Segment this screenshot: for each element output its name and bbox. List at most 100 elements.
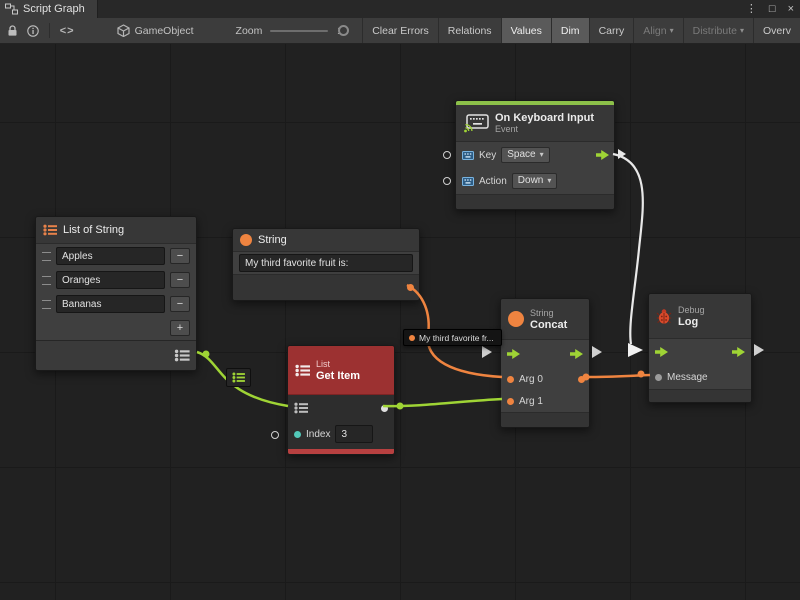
flow-output-port[interactable] [732,347,745,357]
remove-item-button[interactable]: − [170,248,190,264]
list-icon [232,372,245,383]
flow-input-port[interactable] [655,347,668,357]
index-field[interactable]: 3 [335,425,373,443]
key-port-row: Key Space [456,142,614,168]
list-item-field[interactable]: Apples [56,247,165,265]
window-controls: ⋮ □ × [740,0,800,18]
drag-handle-icon[interactable] [42,300,51,309]
window-maximize-icon[interactable]: □ [763,0,782,18]
action-port-row: Action Down [456,168,614,194]
message-input-port[interactable] [655,374,662,381]
string-output-row [233,274,419,300]
zoom-slider-track[interactable] [270,30,328,32]
dim-button[interactable]: Dim [551,18,589,44]
tab-script-graph[interactable]: Script Graph [0,0,98,18]
node-title: List of String [63,224,124,236]
list-item-field[interactable]: Bananas [56,295,165,313]
key-dropdown[interactable]: Space [501,147,549,163]
value-droplet [203,351,210,358]
concat-header[interactable]: String Concat [501,299,589,340]
node-concat[interactable]: String Concat Arg 0 Arg 1 [500,298,590,428]
node-get-item[interactable]: List Get Item Index 3 [287,345,395,455]
key-input-port[interactable] [443,151,451,159]
node-title: Get Item [316,370,360,382]
action-dropdown[interactable]: Down [512,173,558,189]
get-item-header[interactable]: List Get Item [288,346,394,395]
remove-item-button[interactable]: − [170,272,190,288]
index-input-port[interactable] [271,431,279,439]
lock-icon[interactable] [7,25,18,37]
log-message-row: Message [649,365,751,389]
gameobject-icon [117,24,130,37]
carry-button[interactable]: Carry [589,18,634,44]
zoom-slider[interactable] [270,25,328,37]
string-output-port[interactable] [407,284,414,291]
arg0-input-port[interactable] [507,376,514,383]
action-input-port[interactable] [443,177,451,185]
item-output-port[interactable] [381,405,388,412]
node-on-keyboard-input[interactable]: On Keyboard Input Event Key Space Action… [455,100,615,210]
flow-input-port[interactable] [507,349,520,359]
wire-keyboard-to-log [613,154,643,344]
key-label: Key [479,150,496,161]
graph-icon [5,3,18,15]
flow-output-port[interactable] [596,150,609,160]
bug-icon [656,308,672,324]
info-icon[interactable] [27,25,39,37]
node-title: Log [678,316,705,328]
wire-list-badge [226,368,251,387]
window-close-icon[interactable]: × [782,0,800,18]
result-output-port[interactable] [578,376,585,383]
graph-canvas[interactable]: On Keyboard Input Event Key Space Action… [0,44,800,600]
list-item-row: Apples − [36,244,196,268]
node-title: String [258,234,287,246]
string-type-icon [508,311,524,327]
node-string-literal[interactable]: String My third favorite fruit is: [232,228,420,301]
node-category: String [530,308,567,319]
zoom-slider-handle[interactable] [338,25,349,36]
flow-wire-start-arrow [618,149,626,159]
gameobject-selector[interactable]: GameObject [135,25,194,37]
overview-button[interactable]: Overv [753,18,800,44]
relations-button[interactable]: Relations [438,18,501,44]
string-node-header[interactable]: String [233,229,419,252]
remove-item-button[interactable]: − [170,296,190,312]
drag-handle-icon[interactable] [42,276,51,285]
titlebar: Script Graph ⋮ □ × [0,0,800,19]
add-item-row: + [36,316,196,340]
node-footer [456,194,614,209]
get-item-list-row [288,395,394,421]
node-title: On Keyboard Input [495,112,594,124]
node-footer [649,389,751,402]
arg1-label: Arg 1 [519,396,543,407]
node-list-of-string[interactable]: List of String Apples − Oranges − Banana… [35,216,197,371]
index-type-dot [294,431,301,438]
arg1-input-port[interactable] [507,398,514,405]
list-input-port[interactable] [294,402,308,414]
clear-errors-button[interactable]: Clear Errors [362,18,438,44]
node-log[interactable]: Debug Log Message [648,293,752,403]
code-icon[interactable]: <> [60,25,75,37]
node-title: Concat [530,319,567,331]
values-button[interactable]: Values [501,18,551,44]
string-value-field[interactable]: My third favorite fruit is: [239,254,413,272]
window-menu-icon[interactable]: ⋮ [740,0,763,18]
concat-flow-row [501,340,589,368]
node-category: Debug [678,305,705,316]
distribute-button: Distribute [683,18,753,44]
drag-handle-icon[interactable] [42,252,51,261]
message-label: Message [667,372,708,383]
list-node-header[interactable]: List of String [36,217,196,244]
tab-title: Script Graph [23,3,85,15]
list-icon [43,224,57,236]
relation-arrow [482,346,492,358]
list-output-port[interactable] [174,349,190,362]
flow-output-port[interactable] [570,349,583,359]
log-header[interactable]: Debug Log [649,294,751,339]
add-item-button[interactable]: + [170,320,190,336]
value-droplet [397,403,404,410]
list-item-row: Oranges − [36,268,196,292]
unity-script-graph-window: Script Graph ⋮ □ × <> GameObject Zoom 1x… [0,0,800,600]
list-item-field[interactable]: Oranges [56,271,165,289]
keyboard-node-header[interactable]: On Keyboard Input Event [456,105,614,142]
